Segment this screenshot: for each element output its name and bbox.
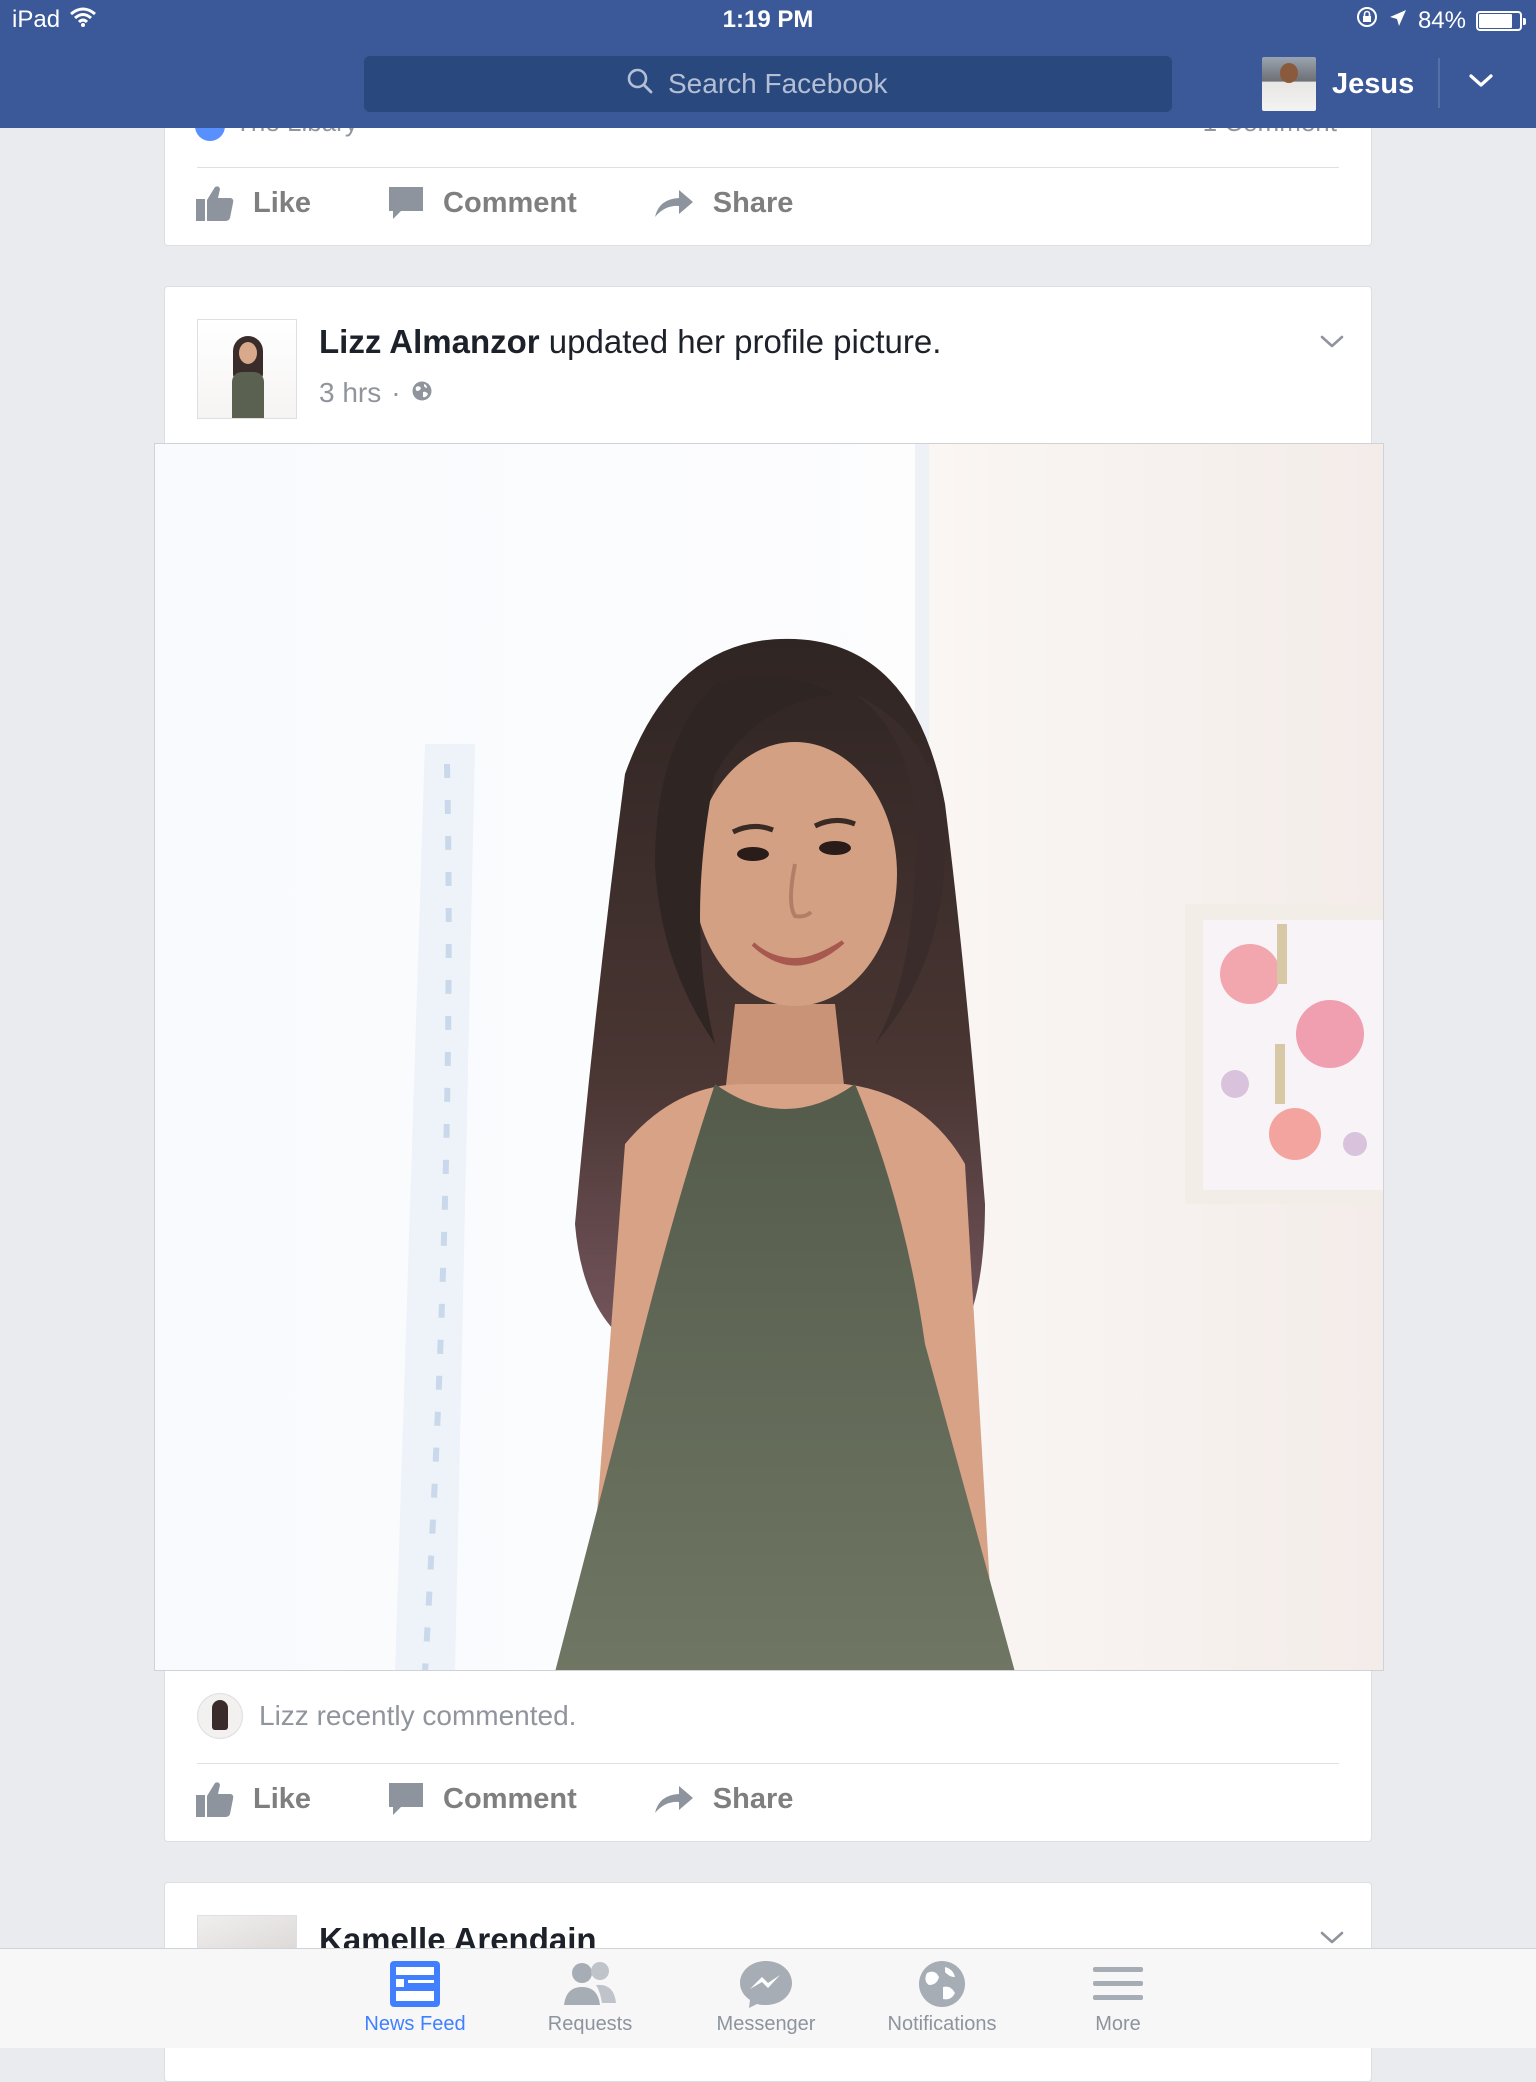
header-divider xyxy=(1438,58,1440,108)
story-timestamp[interactable]: 3 hrs xyxy=(319,377,381,409)
user-name: Jesus xyxy=(1332,67,1415,100)
feed-story: Lizz Almanzor updated her profile pictur… xyxy=(154,286,1384,1842)
thumbs-up-icon xyxy=(195,184,235,222)
like-label: Like xyxy=(253,186,312,219)
share-button[interactable]: Share xyxy=(653,1782,794,1816)
status-bar: iPad 1:19 PM 84% xyxy=(0,0,1536,40)
story-divider xyxy=(197,1763,1339,1764)
like-label: Like xyxy=(253,1782,312,1815)
search-input[interactable] xyxy=(666,67,910,101)
story-meta: 3 hrs · xyxy=(319,377,433,409)
tab-label: Notifications xyxy=(887,2013,997,2035)
chevron-down-icon xyxy=(1320,1931,1344,1950)
avatar-dress xyxy=(232,372,264,418)
tab-more[interactable]: More xyxy=(1038,1959,1198,2036)
battery-percent: 84% xyxy=(1417,6,1466,34)
globe-icon[interactable] xyxy=(411,377,433,409)
chevron-down-icon xyxy=(1468,73,1494,94)
story-divider xyxy=(197,167,1339,168)
meta-separator: · xyxy=(391,377,401,408)
tab-notifications[interactable]: Notifications xyxy=(862,1959,1022,2036)
share-arrow-icon xyxy=(653,1783,695,1815)
avatar-face xyxy=(239,342,257,364)
search-icon xyxy=(626,67,654,102)
profile-shortcut[interactable]: Jesus xyxy=(1262,56,1414,112)
status-time: 1:19 PM xyxy=(722,6,814,33)
tab-requests[interactable]: Requests xyxy=(510,1959,670,2036)
like-button[interactable]: Like xyxy=(195,1780,311,1818)
tab-label: Messenger xyxy=(716,2013,816,2035)
share-label: Share xyxy=(712,1782,794,1815)
battery-level xyxy=(1479,13,1513,28)
menu-icon xyxy=(1091,1959,1145,2009)
comment-button[interactable]: Comment xyxy=(387,185,577,221)
bottom-tab-bar: News Feed Requests Messenger Notificatio… xyxy=(0,1948,1536,2048)
like-button[interactable]: Like xyxy=(195,184,311,222)
story-action-text: updated her profile picture. xyxy=(539,323,942,360)
story-actions: Like Comment Share xyxy=(195,1769,869,1829)
story-actions: Like Comment Share xyxy=(195,173,869,233)
commenter-avatar xyxy=(197,1693,243,1739)
recent-comment-text: Lizz recently commented. xyxy=(259,1700,577,1731)
share-label: Share xyxy=(712,186,794,219)
comment-label: Comment xyxy=(443,186,577,219)
friend-requests-icon xyxy=(560,1959,620,2009)
author-name[interactable]: Lizz Almanzor xyxy=(319,323,540,360)
messenger-icon xyxy=(738,1959,794,2009)
story-headline: Lizz Almanzor updated her profile pictur… xyxy=(319,323,941,361)
battery-icon xyxy=(1476,10,1526,31)
profile-photo[interactable] xyxy=(154,443,1384,1671)
search-bar[interactable] xyxy=(364,56,1172,112)
orientation-lock-icon xyxy=(1356,6,1378,35)
location-arrow-icon xyxy=(1388,7,1408,35)
news-feed-icon xyxy=(388,1959,442,2009)
author-avatar[interactable] xyxy=(197,319,297,419)
profile-photo-illustration xyxy=(155,444,1383,1670)
tab-label: Requests xyxy=(547,2013,633,2035)
comment-bubble-icon xyxy=(387,185,425,221)
share-arrow-icon xyxy=(653,187,695,219)
globe-notifications-icon xyxy=(915,1959,969,2009)
tab-label: More xyxy=(1095,2013,1141,2035)
thumbs-up-icon xyxy=(195,1780,235,1818)
chevron-down-icon xyxy=(1320,335,1344,354)
account-menu-button[interactable] xyxy=(1464,66,1498,100)
tab-label: News Feed xyxy=(364,2013,466,2035)
status-right: 84% xyxy=(1356,6,1526,35)
top-navigation-bar: iPad 1:19 PM 84% Search Facebook Jesus xyxy=(0,0,1536,128)
user-avatar xyxy=(1262,57,1316,111)
comment-bubble-icon xyxy=(387,1781,425,1817)
tab-news-feed[interactable]: News Feed xyxy=(335,1959,495,2036)
story-options-button[interactable] xyxy=(1315,329,1349,359)
recent-activity[interactable]: Lizz recently commented. xyxy=(197,1693,576,1739)
comment-label: Comment xyxy=(443,1782,577,1815)
share-button[interactable]: Share xyxy=(653,186,794,220)
comment-button[interactable]: Comment xyxy=(387,1781,577,1817)
tab-messenger[interactable]: Messenger xyxy=(686,1959,846,2036)
